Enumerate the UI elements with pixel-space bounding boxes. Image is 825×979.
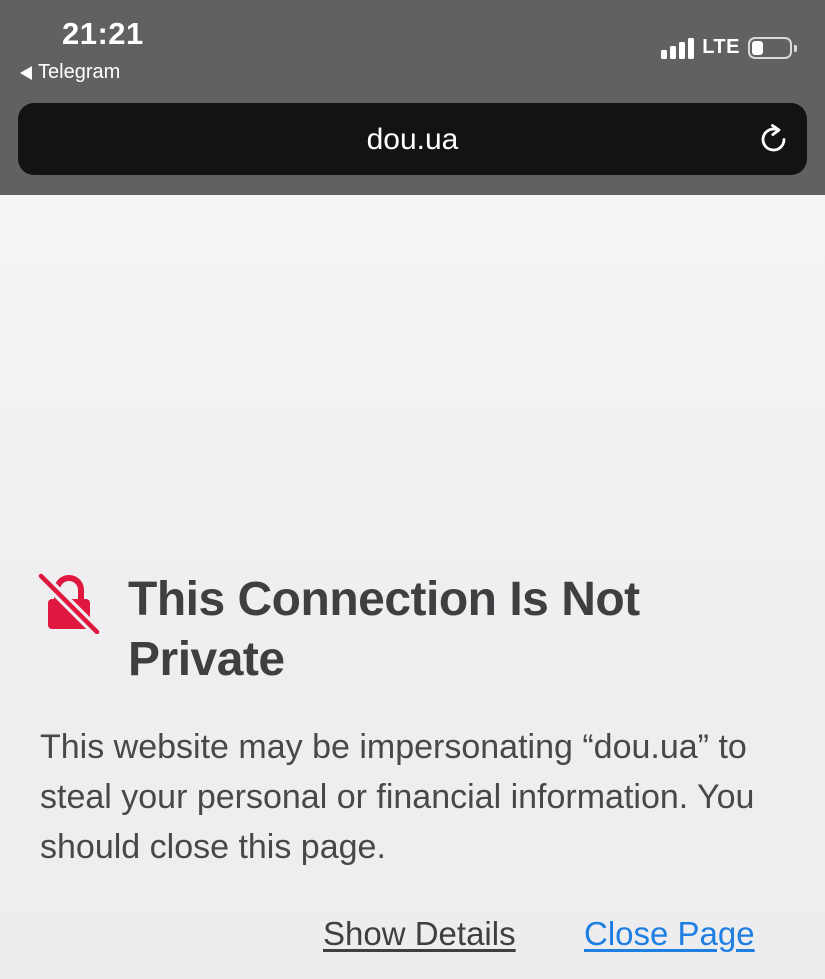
back-app-label: Telegram xyxy=(38,61,121,83)
warning-title: This Connection Is Not Private xyxy=(128,573,640,686)
browser-chrome: 21:21 Telegram LTE dou.ua xyxy=(0,0,825,195)
back-arrow-icon xyxy=(20,65,32,80)
browser-screen: 21:21 Telegram LTE dou.ua This Connectio… xyxy=(0,0,825,979)
show-details-link[interactable]: Show Details xyxy=(323,915,516,953)
address-bar[interactable]: dou.ua xyxy=(18,103,807,175)
reload-icon[interactable] xyxy=(757,122,791,156)
close-page-link[interactable]: Close Page xyxy=(584,915,755,953)
battery-icon xyxy=(748,36,797,59)
back-to-app-button[interactable]: Telegram xyxy=(20,61,120,84)
status-time: 21:21 xyxy=(62,16,144,51)
warning-message: This website may be impersonating “dou.u… xyxy=(40,728,755,866)
signal-icon xyxy=(661,37,695,59)
battery-level xyxy=(752,40,763,55)
broken-lock-icon xyxy=(37,572,101,634)
network-type: LTE xyxy=(702,36,740,58)
status-indicators: LTE xyxy=(661,36,797,59)
url-text[interactable]: dou.ua xyxy=(18,123,807,157)
